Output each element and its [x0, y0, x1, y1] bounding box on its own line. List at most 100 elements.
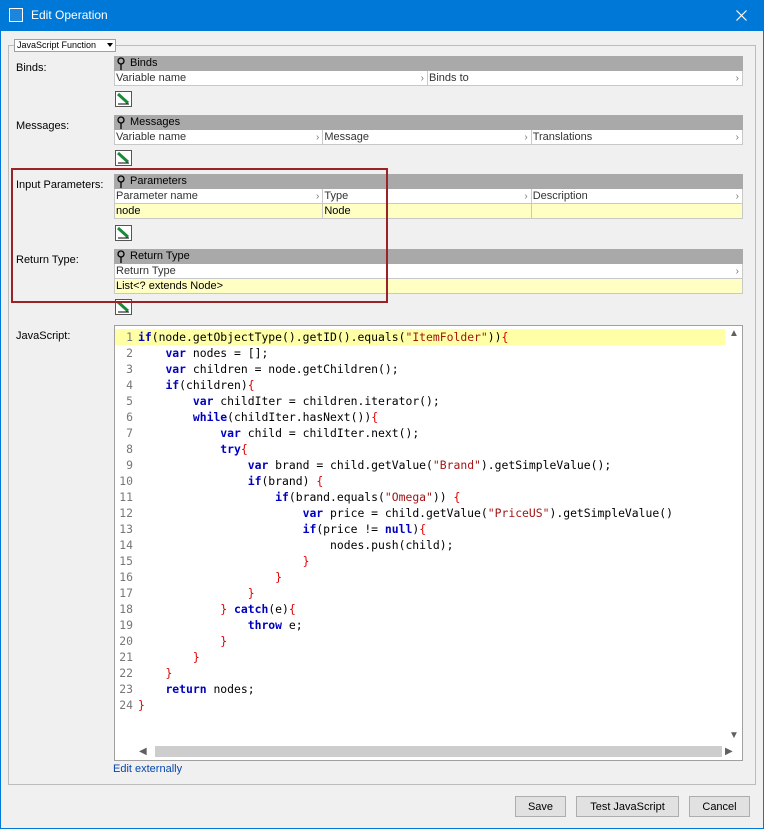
- column-header-description[interactable]: Description ›: [532, 189, 742, 203]
- cancel-button[interactable]: Cancel: [689, 796, 750, 817]
- code-text: var price = child.getValue("PriceUS").ge…: [302, 506, 673, 520]
- line-number: 12: [119, 506, 133, 520]
- code-line[interactable]: 12 var price = child.getValue("PriceUS")…: [115, 505, 725, 521]
- test-javascript-button[interactable]: Test JavaScript: [576, 796, 679, 817]
- scrollbar-thumb[interactable]: [155, 746, 722, 757]
- code-line[interactable]: 5 var childIter = children.iterator();: [115, 393, 725, 409]
- binds-grid-title: Binds: [130, 57, 158, 69]
- code-line[interactable]: 11 if(brand.equals("Omega")) {: [115, 489, 725, 505]
- pin-icon[interactable]: [116, 57, 126, 70]
- code-text: throw e;: [247, 618, 303, 632]
- code-line[interactable]: 2 var nodes = [];: [115, 345, 725, 361]
- scroll-right-icon[interactable]: ▶: [725, 746, 733, 757]
- line-number: 19: [119, 618, 133, 632]
- code-line[interactable]: 6 while(childIter.hasNext()){: [115, 409, 725, 425]
- messages-edit-button[interactable]: [115, 150, 132, 166]
- edit-externally-link[interactable]: Edit externally: [113, 763, 182, 775]
- line-number: 22: [119, 666, 133, 680]
- line-number: 24: [119, 698, 133, 712]
- column-header-variable-name[interactable]: Variable name ›: [115, 71, 428, 85]
- code-text: var childIter = children.iterator();: [192, 394, 440, 408]
- javascript-label: JavaScript:: [16, 330, 71, 342]
- code-line[interactable]: 9 var brand = child.getValue("Brand").ge…: [115, 457, 725, 473]
- code-line[interactable]: 17 }: [115, 585, 725, 601]
- line-number: 16: [119, 570, 133, 584]
- code-text: nodes.push(child);: [138, 538, 454, 552]
- line-number: 2: [126, 346, 133, 360]
- column-header-variable-name[interactable]: Variable name ›: [115, 130, 324, 144]
- messages-grid-title: Messages: [130, 116, 181, 128]
- code-text: }: [275, 570, 283, 584]
- messages-label: Messages:: [16, 120, 70, 132]
- line-number: 21: [119, 650, 133, 664]
- line-number: 14: [119, 538, 133, 552]
- column-header-message[interactable]: Message ›: [323, 130, 532, 144]
- code-text: if(brand.equals("Omega")) {: [275, 490, 461, 504]
- mode-select[interactable]: JavaScript Function: [14, 39, 116, 52]
- line-number: 18: [119, 602, 133, 616]
- code-line[interactable]: 20 }: [115, 633, 725, 649]
- code-line[interactable]: 21 }: [115, 649, 725, 665]
- edit-pencil-icon: [116, 92, 130, 105]
- line-number: 9: [126, 458, 133, 472]
- parameter-description-cell[interactable]: [532, 204, 742, 218]
- code-text: }: [192, 650, 200, 664]
- code-text: if(node.getObjectType().getID().equals("…: [138, 330, 509, 344]
- code-text: }: [247, 586, 255, 600]
- binds-label: Binds:: [16, 62, 47, 74]
- code-line[interactable]: 24}: [115, 697, 725, 713]
- code-text: while(childIter.hasNext()){: [192, 410, 379, 424]
- binds-columns: Variable name › Binds to ›: [114, 71, 743, 86]
- code-line[interactable]: 18 } catch(e){: [115, 601, 725, 617]
- code-text: }: [302, 554, 310, 568]
- code-line[interactable]: 15 }: [115, 553, 725, 569]
- code-text: if(children){: [165, 378, 255, 392]
- code-line[interactable]: 23 return nodes;: [115, 681, 725, 697]
- line-number: 8: [126, 442, 133, 456]
- code-line[interactable]: 7 var child = childIter.next();: [115, 425, 725, 441]
- code-text: var nodes = [];: [165, 346, 269, 360]
- line-number: 5: [126, 394, 133, 408]
- code-line[interactable]: 8 try{: [115, 441, 725, 457]
- scroll-left-icon[interactable]: ◀: [139, 746, 147, 757]
- window-icon: [9, 8, 23, 22]
- code-text: } catch(e){: [220, 602, 296, 616]
- code-line[interactable]: 13 if(price != null){: [115, 521, 725, 537]
- horizontal-scrollbar[interactable]: ◀ ▶: [115, 744, 742, 760]
- scroll-down-icon[interactable]: ▼: [729, 730, 739, 741]
- pin-icon[interactable]: [116, 116, 126, 129]
- edit-pencil-icon: [116, 151, 130, 164]
- vertical-scrollbar[interactable]: ▲ ▼: [725, 326, 742, 746]
- code-line[interactable]: 3 var children = node.getChildren();: [115, 361, 725, 377]
- line-number: 17: [119, 586, 133, 600]
- code-text: try{: [220, 442, 248, 456]
- binds-edit-button[interactable]: [115, 91, 132, 107]
- line-number: 15: [119, 554, 133, 568]
- code-line[interactable]: 19 throw e;: [115, 617, 725, 633]
- line-number: 3: [126, 362, 133, 376]
- column-header-translations[interactable]: Translations ›: [532, 130, 742, 144]
- code-line[interactable]: 4 if(children){: [115, 377, 725, 393]
- save-button[interactable]: Save: [515, 796, 566, 817]
- code-line[interactable]: 10 if(brand) {: [115, 473, 725, 489]
- code-line[interactable]: 22 }: [115, 665, 725, 681]
- line-number: 13: [119, 522, 133, 536]
- code-line[interactable]: 14 nodes.push(child);: [115, 537, 725, 553]
- line-number: 23: [119, 682, 133, 696]
- messages-grid-header: Messages: [114, 115, 743, 130]
- messages-columns: Variable name › Message › Translations ›: [114, 130, 743, 145]
- code-text: return nodes;: [165, 682, 255, 696]
- chevron-down-icon: [107, 43, 113, 47]
- code-line[interactable]: 1 if(node.getObjectType().getID().equals(…: [115, 329, 725, 345]
- scroll-up-icon[interactable]: ▲: [729, 328, 739, 339]
- close-icon: [735, 10, 747, 21]
- code-editor[interactable]: 1 if(node.getObjectType().getID().equals(…: [114, 325, 743, 761]
- column-header-binds-to[interactable]: Binds to ›: [428, 71, 742, 85]
- binds-grid: Binds Variable name › Binds to ›: [114, 56, 743, 86]
- line-number: 1: [126, 330, 133, 344]
- code-text: }: [220, 634, 228, 648]
- close-button[interactable]: [718, 0, 764, 31]
- binds-grid-header: Binds: [114, 56, 743, 71]
- code-line[interactable]: 16 }: [115, 569, 725, 585]
- code-text: }: [138, 698, 145, 712]
